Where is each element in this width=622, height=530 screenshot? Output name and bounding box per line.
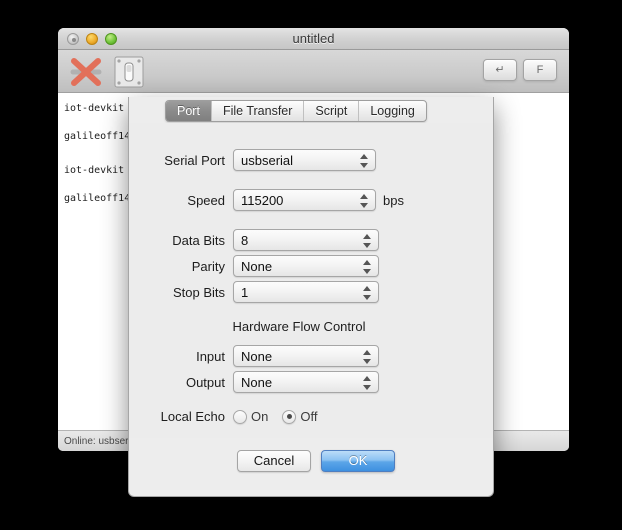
local-echo-radio-group: On Off <box>233 409 331 424</box>
disconnect-icon[interactable] <box>66 54 106 90</box>
flow-input-row: Input None <box>137 345 379 367</box>
stop-bits-row: Stop Bits 1 <box>137 281 379 303</box>
speed-label: Speed <box>187 192 225 208</box>
serial-port-label: Serial Port <box>164 152 225 168</box>
terminal-prompt: iot-devkit <box>64 165 125 176</box>
local-echo-off-label: Off <box>300 409 318 424</box>
terminal-prompt: iot-devkit <box>64 103 125 114</box>
stepper-icon <box>363 375 372 391</box>
stop-bits-label: Stop Bits <box>172 284 225 300</box>
port-settings-sheet: Port File Transfer Script Logging Serial… <box>128 97 494 497</box>
tab-port[interactable]: Port <box>166 101 211 121</box>
parity-value: None <box>241 259 273 274</box>
zoom-window-button[interactable] <box>105 33 117 45</box>
function-key-button[interactable]: F <box>523 59 557 81</box>
parity-label: Parity <box>191 258 225 274</box>
speed-unit-label: bps <box>383 192 404 208</box>
sheet-footer: Cancel OK <box>129 438 493 496</box>
tab-bar: Port File Transfer Script Logging <box>165 100 427 122</box>
minimize-window-button[interactable] <box>86 33 98 45</box>
stop-bits-select[interactable]: 1 <box>233 281 379 303</box>
stepper-icon <box>360 193 369 209</box>
data-bits-select[interactable]: 8 <box>233 229 379 251</box>
sheet-body: Serial Port usbserial Speed 115200 bps D… <box>129 123 493 438</box>
port-switch-icon[interactable] <box>114 56 144 88</box>
stepper-icon <box>363 259 372 275</box>
data-bits-row: Data Bits 8 <box>137 229 379 251</box>
stop-bits-value: 1 <box>241 285 249 300</box>
serial-port-value: usbserial <box>241 153 294 168</box>
local-echo-row: Local Echo On Off <box>129 409 331 424</box>
local-echo-label: Local Echo <box>160 409 225 424</box>
speed-value: 115200 <box>241 193 284 208</box>
hardware-flow-control-heading: Hardware Flow Control <box>232 319 366 334</box>
flow-input-label: Input <box>196 348 225 364</box>
flow-input-select[interactable]: None <box>233 345 379 367</box>
local-echo-off-option[interactable]: Off <box>282 409 317 424</box>
radio-icon <box>233 409 247 424</box>
send-enter-button[interactable]: ↵ <box>483 59 517 81</box>
data-bits-value: 8 <box>241 233 249 248</box>
radio-icon <box>282 409 297 424</box>
stepper-icon <box>363 233 372 249</box>
parity-row: Parity None <box>137 255 379 277</box>
toolbar: ↵ F <box>58 50 569 93</box>
flow-output-value: None <box>241 375 273 390</box>
flow-output-select[interactable]: None <box>233 371 379 393</box>
serial-port-select[interactable]: usbserial <box>233 149 376 171</box>
local-echo-on-label: On <box>251 409 269 424</box>
speed-row: Speed 115200 bps <box>137 189 404 211</box>
window-title: untitled <box>292 31 335 46</box>
stepper-icon <box>363 285 372 301</box>
data-bits-label: Data Bits <box>172 232 225 248</box>
flow-input-value: None <box>241 349 273 364</box>
tab-file-transfer[interactable]: File Transfer <box>210 101 303 121</box>
terminal-prompt: galileoff14 <box>64 131 131 142</box>
close-window-button[interactable] <box>67 33 79 45</box>
speed-select[interactable]: 115200 <box>233 189 376 211</box>
serial-port-row: Serial Port usbserial <box>137 149 376 171</box>
terminal-prompt: galileoff14 <box>64 193 131 204</box>
ok-button[interactable]: OK <box>321 450 395 472</box>
stepper-icon <box>363 349 372 365</box>
parity-select[interactable]: None <box>233 255 379 277</box>
local-echo-on-option[interactable]: On <box>233 409 268 424</box>
tab-logging[interactable]: Logging <box>358 101 426 121</box>
stepper-icon <box>360 153 369 169</box>
flow-output-label: Output <box>185 374 225 390</box>
cancel-button[interactable]: Cancel <box>237 450 311 472</box>
tab-script[interactable]: Script <box>303 101 358 121</box>
title-bar: untitled <box>58 28 569 50</box>
flow-output-row: Output None <box>137 371 379 393</box>
